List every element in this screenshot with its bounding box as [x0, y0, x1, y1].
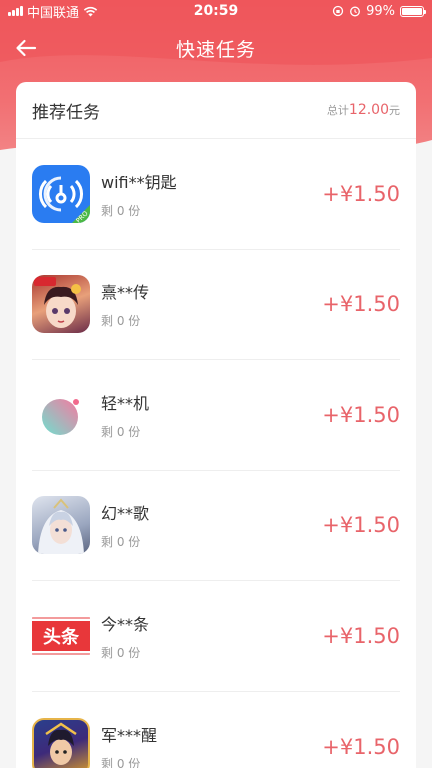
task-reward: +¥1.50: [322, 402, 400, 427]
total-label: 总计: [326, 104, 349, 117]
battery-icon: [400, 5, 426, 17]
total-unit: 元: [389, 104, 400, 117]
battery-level: [402, 7, 422, 15]
task-item[interactable]: 头条 今**条 剩 0 份 +¥1.50: [32, 581, 400, 692]
wifi-key-icon: PRO: [32, 164, 90, 223]
task-list: PRO wifi**钥匙 剩 0 份 +¥1.50 熹**传 剩 0 份 +¥1…: [16, 139, 416, 768]
task-item[interactable]: 幻**歌 剩 0 份 +¥1.50: [32, 471, 400, 581]
card-header: 推荐任务 总计12.00元: [16, 82, 416, 139]
task-reward: +¥1.50: [322, 623, 400, 648]
carrier-label: 中国联通: [27, 5, 80, 21]
task-card: 推荐任务 总计12.00元 PRO wifi**钥匙 剩 0 份 +¥1.50 …: [16, 82, 416, 768]
task-item[interactable]: 轻**机 剩 0 份 +¥1.50: [32, 360, 400, 471]
xi-game-icon: [32, 275, 90, 334]
qing-camera-icon: [32, 385, 90, 444]
back-arrow-icon: [16, 39, 37, 57]
status-time: 20:59: [193, 3, 239, 19]
status-bar: 中国联通 20:59 99%: [0, 0, 432, 22]
battery-percent: 99%: [366, 3, 395, 19]
task-reward: +¥1.50: [322, 181, 400, 206]
task-item[interactable]: 军***醒 剩 0 份 +¥1.50: [32, 692, 400, 768]
task-reward: +¥1.50: [322, 513, 400, 538]
orientation-lock-icon: [332, 5, 344, 17]
alarm-icon: [350, 6, 361, 17]
huan-game-icon: [32, 496, 90, 555]
nav-bar: 快速任务: [0, 26, 432, 70]
signal-icon: [8, 6, 23, 16]
page-title: 快速任务: [175, 38, 256, 61]
toutiao-logo-text: 头条: [43, 626, 80, 648]
section-title: 推荐任务: [32, 102, 100, 123]
wifi-icon: [83, 6, 98, 16]
task-item[interactable]: PRO wifi**钥匙 剩 0 份 +¥1.50: [32, 139, 400, 250]
task-item[interactable]: 熹**传 剩 0 份 +¥1.50: [32, 250, 400, 360]
back-button[interactable]: [12, 34, 40, 62]
task-reward: +¥1.50: [322, 734, 400, 759]
task-reward: +¥1.50: [322, 292, 400, 317]
total-amount: 12.00: [348, 102, 389, 118]
jun-game-icon: [32, 717, 90, 768]
total-summary: 总计12.00元: [327, 102, 400, 118]
toutiao-icon: 头条: [32, 606, 90, 665]
